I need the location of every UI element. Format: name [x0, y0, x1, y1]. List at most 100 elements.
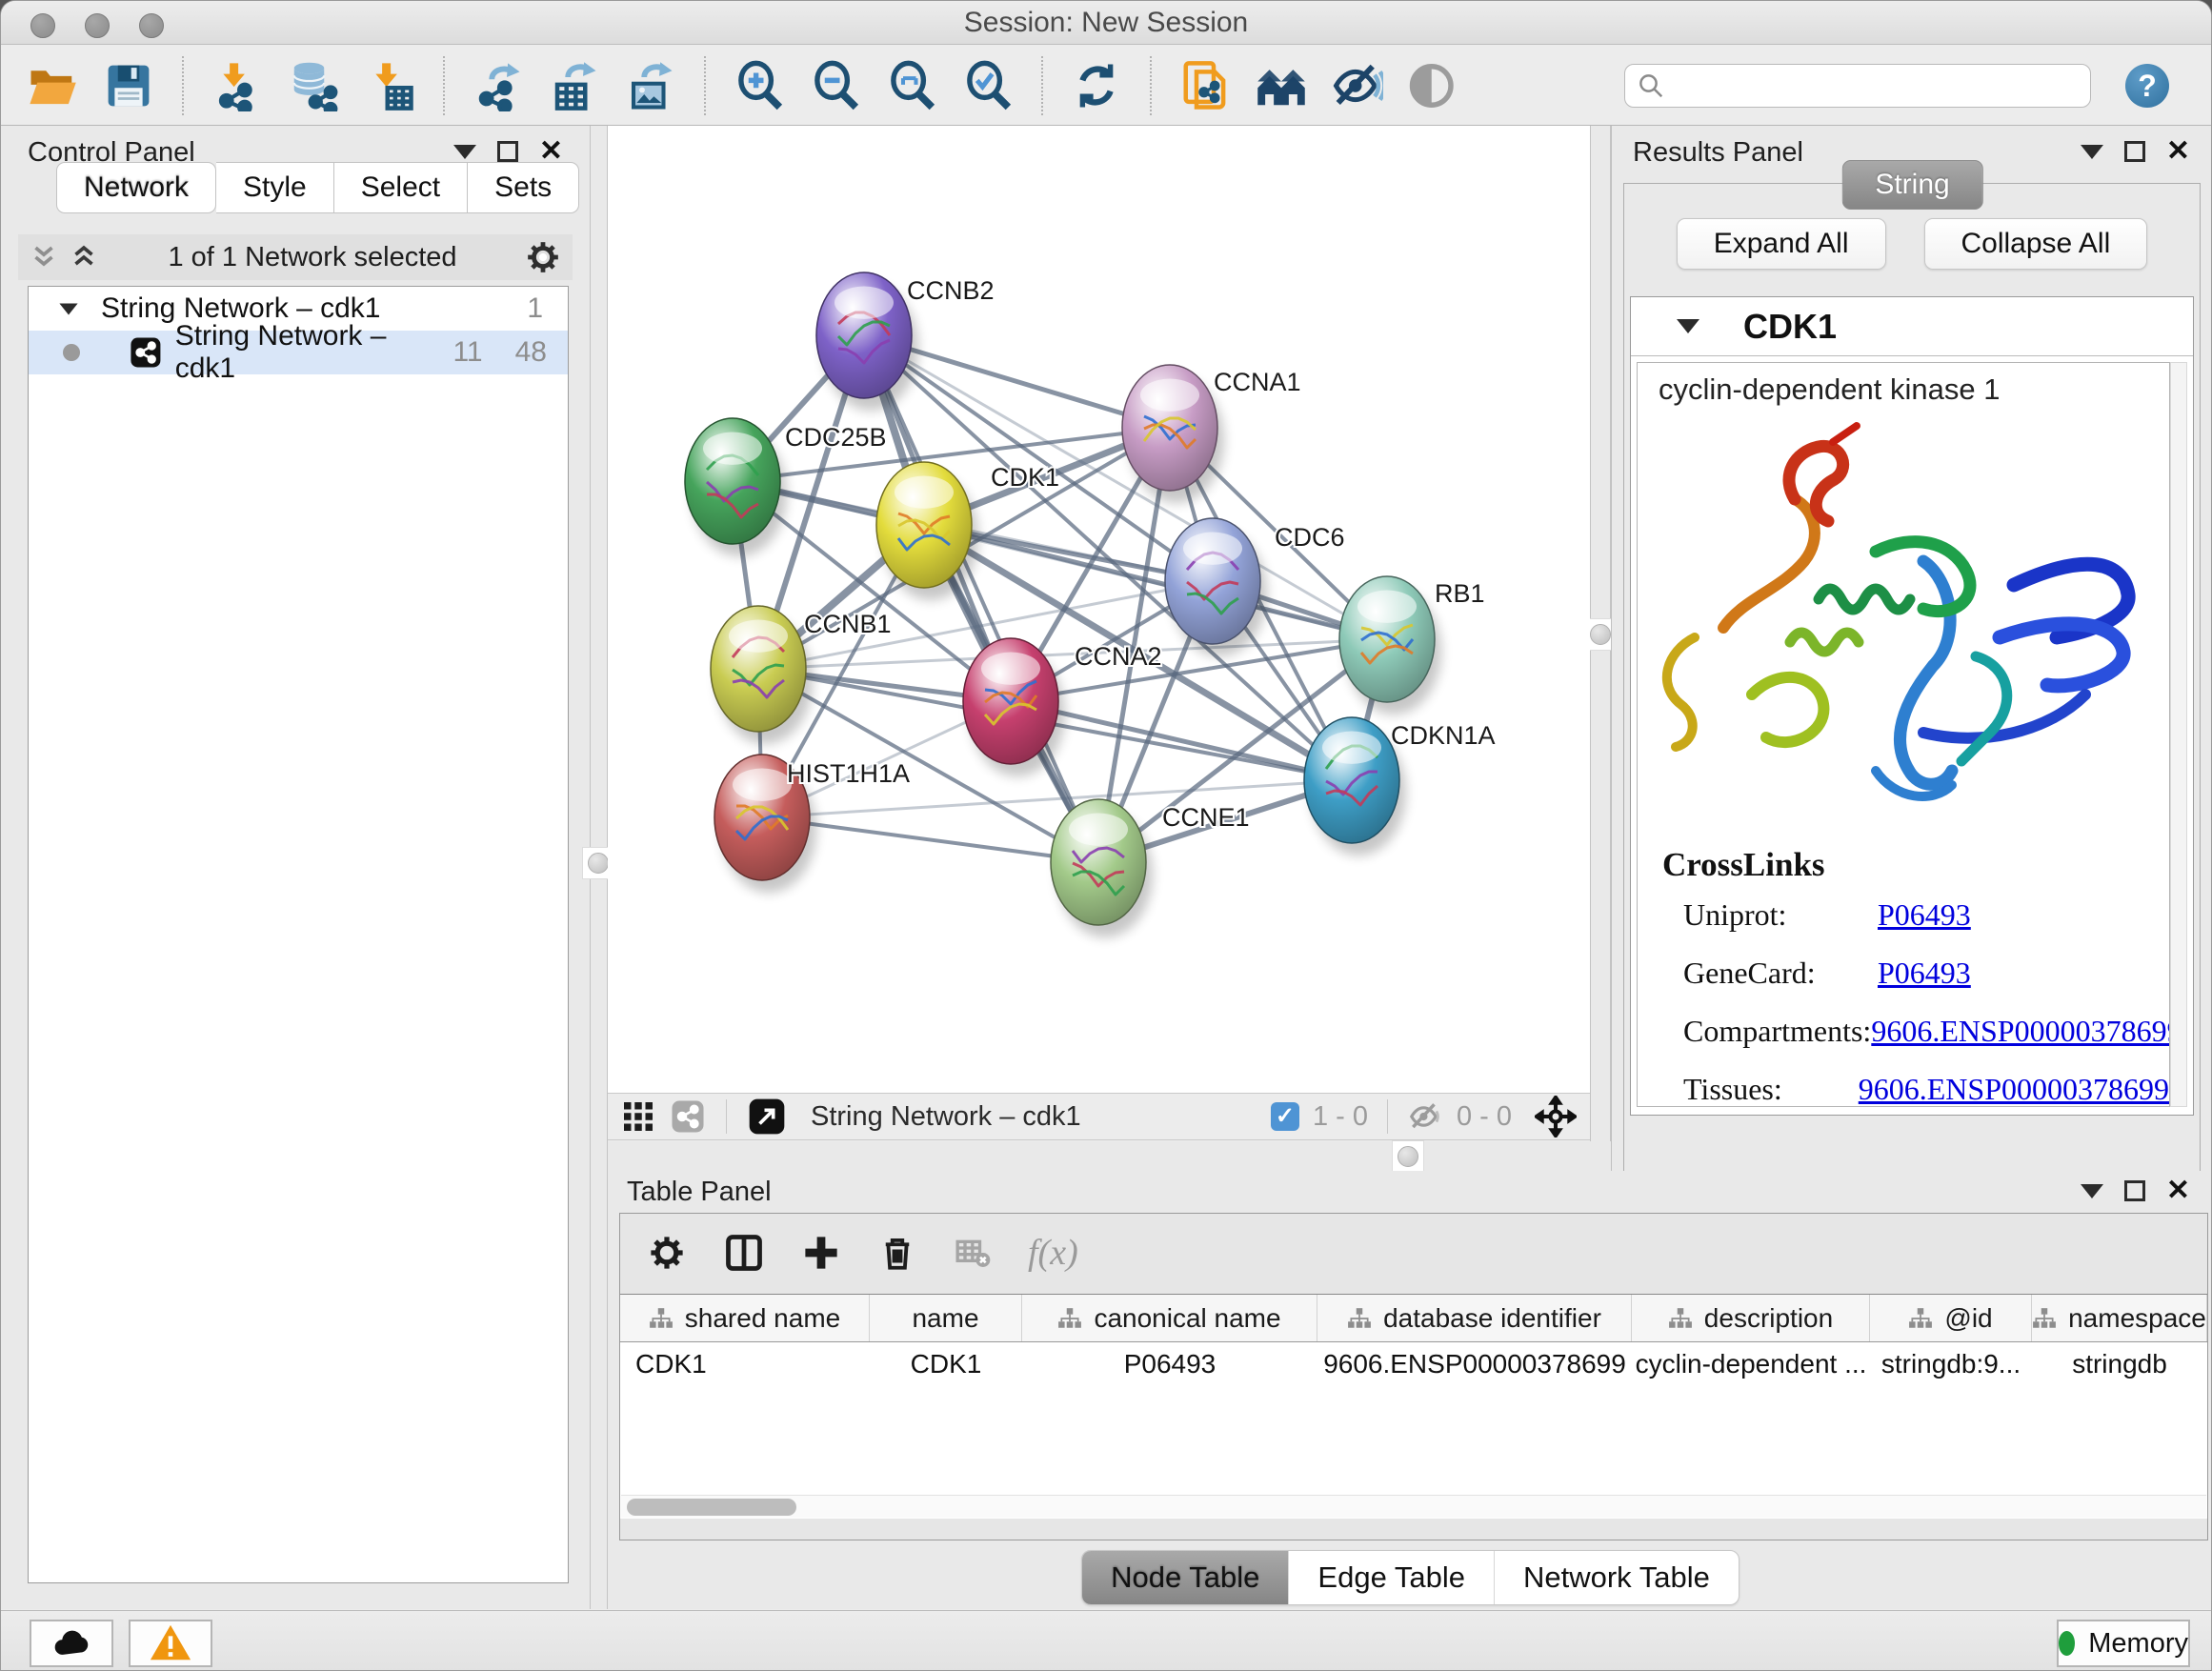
- control-panel-close-icon[interactable]: ✕: [539, 141, 563, 162]
- add-column-icon[interactable]: [801, 1233, 841, 1273]
- memory-button[interactable]: Memory: [2057, 1620, 2190, 1667]
- network-node[interactable]: CCNA1: [1122, 365, 1301, 503]
- control-tab-sets[interactable]: Sets: [468, 162, 579, 213]
- network-node[interactable]: CDK1: [876, 462, 1059, 600]
- show-eye-icon[interactable]: [1407, 59, 1460, 112]
- table-hscrollbar[interactable]: [621, 1495, 2206, 1518]
- import-network-from-file-icon[interactable]: [211, 59, 264, 112]
- open-session-icon[interactable]: [26, 59, 79, 112]
- hidden-eye-icon[interactable]: [1407, 1098, 1443, 1135]
- crosslink-link[interactable]: P06493: [1878, 956, 1971, 991]
- column-header-canonical-name[interactable]: canonical name: [1022, 1295, 1317, 1341]
- string-protein-query-icon[interactable]: [1178, 59, 1232, 112]
- column-header--id[interactable]: @id: [1870, 1295, 2032, 1341]
- control-tab-select[interactable]: Select: [334, 162, 468, 213]
- control-tab-style[interactable]: Style: [216, 162, 334, 213]
- collection-count: 1: [527, 292, 543, 325]
- toolbar-separator: [182, 56, 184, 115]
- table-cell[interactable]: stringdb:9...: [1870, 1342, 2032, 1386]
- tab-string[interactable]: String: [1841, 160, 1982, 210]
- import-table-from-file-icon[interactable]: [363, 59, 416, 112]
- birdseye-view-icon[interactable]: [748, 1097, 786, 1136]
- selected-checkbox-icon[interactable]: ✓: [1271, 1102, 1299, 1131]
- crosslink-label: Tissues:: [1662, 1072, 1859, 1107]
- network-node[interactable]: HIST1H1A: [714, 755, 910, 893]
- control-panel-menu-icon[interactable]: [453, 145, 476, 159]
- zoom-selected-icon[interactable]: [961, 59, 1015, 112]
- zoom-in-icon[interactable]: [733, 59, 786, 112]
- network-node[interactable]: CCNA2: [963, 638, 1162, 776]
- pan-crosshair-icon[interactable]: [1535, 1096, 1577, 1137]
- tab-network-table[interactable]: Network Table: [1494, 1551, 1739, 1604]
- control-panel-float-icon[interactable]: [497, 141, 518, 162]
- chevron-double-down-icon[interactable]: [28, 241, 60, 273]
- chevron-double-up-icon[interactable]: [68, 241, 100, 273]
- table-panel-menu-icon[interactable]: [2081, 1184, 2103, 1198]
- export-network-icon[interactable]: [472, 59, 525, 112]
- table-hscrollbar-thumb[interactable]: [627, 1499, 796, 1516]
- table-cell[interactable]: cyclin-dependent ...: [1632, 1342, 1870, 1386]
- hide-unhide-icon[interactable]: [1331, 59, 1384, 112]
- entry-collapse-icon[interactable]: [1677, 319, 1699, 333]
- results-panel-close-icon[interactable]: ✕: [2166, 141, 2190, 162]
- table-panel-close-icon[interactable]: ✕: [2166, 1180, 2190, 1201]
- horizontal-splitter-handle[interactable]: [1392, 1140, 1424, 1173]
- network-node-label: CDKN1A: [1391, 721, 1496, 750]
- zoom-fit-icon[interactable]: [885, 59, 938, 112]
- control-tab-network[interactable]: Network: [56, 162, 216, 213]
- delete-column-icon[interactable]: [877, 1233, 917, 1273]
- import-network-from-database-icon[interactable]: [287, 59, 340, 112]
- column-header-name[interactable]: name: [870, 1295, 1022, 1341]
- zoom-out-icon[interactable]: [809, 59, 862, 112]
- tab-edge-table[interactable]: Edge Table: [1288, 1551, 1494, 1604]
- search-input[interactable]: [1665, 70, 2065, 101]
- protein-entry-header[interactable]: CDK1: [1631, 297, 2193, 356]
- column-header-namespace[interactable]: namespace: [2032, 1295, 2207, 1341]
- table-panel-float-icon[interactable]: [2124, 1180, 2145, 1201]
- save-session-icon[interactable]: [102, 59, 155, 112]
- table-cell[interactable]: stringdb: [2032, 1342, 2207, 1386]
- toolbar-separator: [1041, 56, 1043, 115]
- warning-button[interactable]: [129, 1620, 212, 1667]
- cloud-button[interactable]: [30, 1620, 113, 1667]
- table-cell[interactable]: 9606.ENSP00000378699: [1317, 1342, 1632, 1386]
- search-box[interactable]: [1624, 64, 2091, 108]
- crosslink-link[interactable]: P06493: [1878, 897, 1971, 933]
- network-node[interactable]: CDC6: [1165, 518, 1345, 656]
- table-cell[interactable]: P06493: [1022, 1342, 1317, 1386]
- export-image-icon[interactable]: [624, 59, 677, 112]
- collection-expand-icon[interactable]: [59, 303, 77, 314]
- update-network-icon[interactable]: [1070, 59, 1123, 112]
- results-panel-menu-icon[interactable]: [2081, 145, 2103, 159]
- table-row[interactable]: CDK1CDK1P064939606.ENSP00000378699cyclin…: [620, 1342, 2207, 1386]
- network-node[interactable]: CDC25B: [685, 418, 887, 556]
- results-scrollbar[interactable]: [2170, 362, 2187, 1107]
- tab-node-table[interactable]: Node Table: [1082, 1551, 1288, 1604]
- network-node[interactable]: CDKN1A: [1304, 717, 1496, 856]
- network-canvas[interactable]: CCNB2 CCNA1 CDC25BCDK1 CDC6RB1 CCNB1 CCNA2 CDK…: [608, 126, 1590, 1093]
- help-button[interactable]: ?: [2125, 64, 2169, 108]
- network-node[interactable]: RB1: [1339, 576, 1485, 715]
- expand-all-button[interactable]: Expand All: [1677, 218, 1886, 270]
- column-header-shared-name[interactable]: shared name: [620, 1295, 870, 1341]
- table-cell[interactable]: CDK1: [870, 1342, 1022, 1386]
- network-node[interactable]: CCNB1: [711, 606, 892, 744]
- houses-icon[interactable]: [1255, 59, 1308, 112]
- show-columns-icon[interactable]: [723, 1232, 765, 1274]
- crosslink-link[interactable]: 9606.ENSP00000378699: [1871, 1014, 2170, 1049]
- table-cell[interactable]: CDK1: [620, 1342, 870, 1386]
- network-share-gray-icon[interactable]: [671, 1099, 705, 1134]
- results-panel-float-icon[interactable]: [2124, 141, 2145, 162]
- column-header-database-identifier[interactable]: database identifier: [1317, 1295, 1632, 1341]
- collapse-all-button[interactable]: Collapse All: [1924, 218, 2148, 270]
- export-table-icon[interactable]: [548, 59, 601, 112]
- table-gear-icon[interactable]: [647, 1233, 687, 1273]
- network-node[interactable]: CCNB2: [816, 272, 995, 411]
- memory-status-dot: [2059, 1631, 2075, 1656]
- crosslink-link[interactable]: 9606.ENSP00000378699: [1859, 1072, 2169, 1107]
- network-row[interactable]: String Network – cdk1 11 48: [29, 331, 568, 374]
- crosslink-row: Tissues:9606.ENSP00000378699: [1662, 1072, 2169, 1107]
- grid-view-icon[interactable]: [621, 1099, 655, 1134]
- gear-icon[interactable]: [525, 239, 561, 275]
- column-header-description[interactable]: description: [1632, 1295, 1870, 1341]
